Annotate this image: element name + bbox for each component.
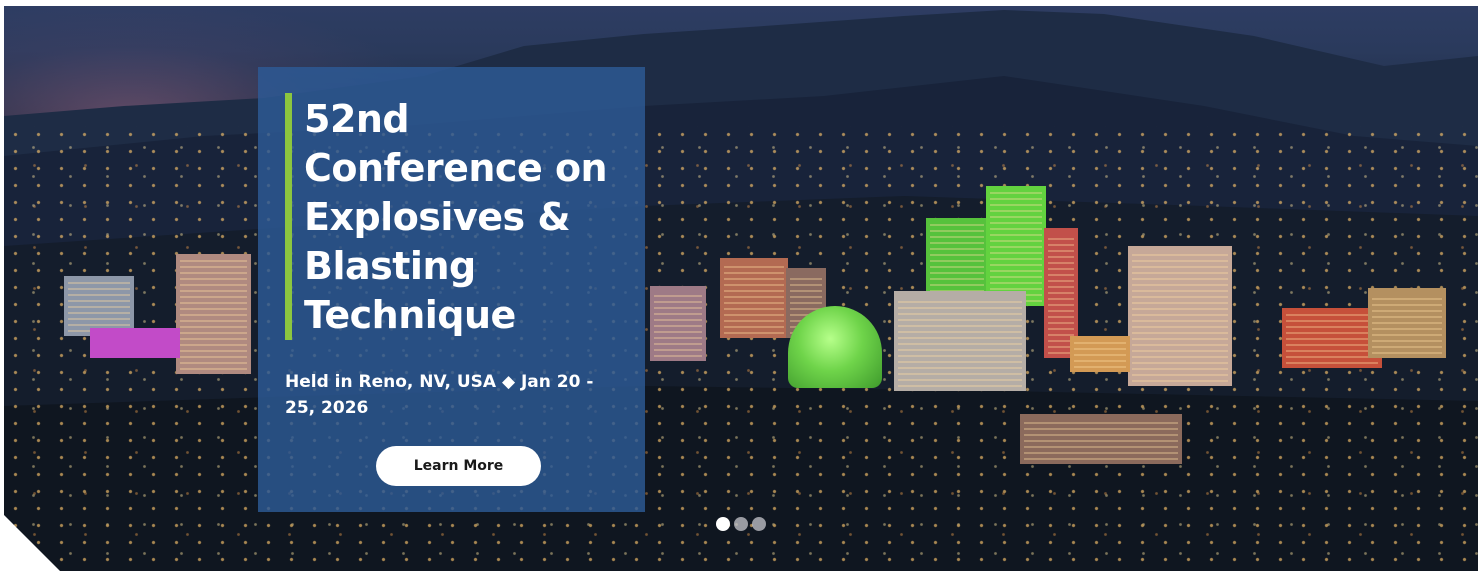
title-accent-bar <box>285 93 292 340</box>
building <box>1282 308 1382 368</box>
building <box>650 286 706 361</box>
building <box>1070 336 1130 372</box>
building <box>1368 288 1446 358</box>
building <box>90 328 180 358</box>
building <box>1020 414 1182 464</box>
conference-title: 52nd Conference on Explosives & Blasting… <box>304 97 608 337</box>
carousel-dot-1[interactable] <box>716 517 730 531</box>
carousel-dot-2[interactable] <box>734 517 748 531</box>
event-location-date: Held in Reno, NV, USA ◆ Jan 20 - 25, 202… <box>285 372 594 418</box>
carousel-indicators <box>716 517 766 531</box>
building <box>176 254 251 374</box>
hero-banner <box>4 6 1478 571</box>
building <box>1128 246 1232 386</box>
building <box>894 291 1026 391</box>
building <box>986 186 1046 306</box>
building <box>64 276 134 336</box>
carousel-dot-3[interactable] <box>752 517 766 531</box>
learn-more-button[interactable]: Learn More <box>376 446 541 486</box>
building <box>720 258 788 338</box>
